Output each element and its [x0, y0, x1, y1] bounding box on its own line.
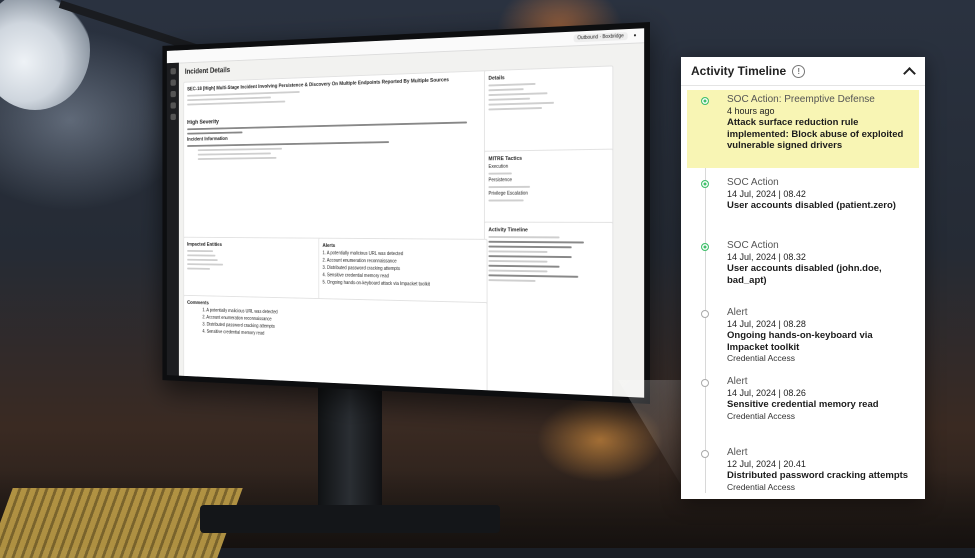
info-icon[interactable]: ! [792, 64, 806, 78]
details-heading: Details [488, 75, 505, 82]
mitre-heading: MITRE Tactics [488, 155, 523, 163]
entry-time: 14 Jul, 2024 | 08.42 [727, 189, 806, 199]
entry-time: 14 Jul, 2024 | 08.32 [727, 252, 806, 262]
timeline-marker [701, 243, 709, 251]
timeline-marker [701, 97, 709, 105]
timeline-entry[interactable]: Alert 14 Jul, 2024 | 08.26 Sensitive cre… [687, 372, 919, 426]
entry-description: Attack surface reduction rule implemente… [727, 117, 904, 151]
chevron-up-icon[interactable] [903, 65, 915, 77]
alerts-card: Alerts 1. A potentially malicious URL wa… [318, 237, 488, 306]
impacted-heading: Impacted Entities [187, 242, 222, 248]
entry-tactic: Credential Access [727, 481, 796, 492]
entry-description: Distributed password cracking attempts [727, 470, 909, 481]
nav-icon-reports[interactable] [170, 102, 176, 109]
alert-item[interactable]: 5. Ongoing hands-on-keyboard attack via … [322, 280, 483, 289]
timeline-marker [701, 379, 709, 387]
panel-header: Activity Timeline ! [681, 57, 925, 86]
details-card: Details [483, 65, 614, 155]
nav-icon-incidents[interactable] [170, 79, 176, 86]
panel-title: Activity Timeline [691, 64, 787, 78]
timeline-entry[interactable]: Alert 12 Jul, 2024 | 20.41 Distributed p… [687, 443, 919, 497]
timeline-entry[interactable]: SOC Action: Preemptive Defense 4 hours a… [687, 90, 919, 168]
timeline-entry[interactable]: Alert 14 Jul, 2024 | 08.28 Ongoing hands… [687, 303, 919, 368]
comments-card: Comments 1. A potentially malicious URL … [183, 294, 488, 397]
mitre-persistence: Persistence [488, 177, 512, 184]
mini-timeline-card: Activity Timeline [483, 221, 614, 398]
app-sidebar [166, 62, 179, 376]
entry-type: Alert [727, 447, 748, 458]
app-main: Incident Details SEC-18 [High] Multi-Sta… [182, 46, 640, 398]
activity-timeline-panel: Activity Timeline ! SOC Action: Preempti… [681, 57, 925, 499]
mini-timeline-heading: Activity Timeline [488, 227, 528, 234]
timeline-marker [701, 310, 709, 318]
incident-title: SEC-18 [High] Multi-Stage Incident Invol… [187, 77, 450, 93]
mitre-privesc: Privilege Escalation [488, 190, 528, 197]
monitor: Outbound · Boxbridge ● Incident Details … [162, 22, 650, 404]
avatar[interactable]: ● [633, 33, 636, 39]
alert-item[interactable]: 1. A potentially malicious URL was detec… [322, 251, 483, 258]
nav-icon-home[interactable] [170, 68, 176, 75]
entry-description: Sensitive credential memory read [727, 399, 879, 410]
entry-tactic: Credential Access [727, 353, 796, 363]
entry-time: 12 Jul, 2024 | 20.41 [727, 459, 806, 469]
entry-tactic: Credential Access [727, 410, 796, 421]
timeline-entry[interactable]: SOC Action 14 Jul, 2024 | 08.32 User acc… [687, 236, 919, 290]
nav-icon-settings[interactable] [170, 113, 176, 121]
timeline-marker [701, 180, 709, 188]
user-menu[interactable]: Outbound · Boxbridge [573, 32, 628, 43]
entry-time: 14 Jul, 2024 | 08.26 [727, 388, 806, 398]
entry-type: Alert [727, 307, 748, 318]
entry-description: User accounts disabled (john.doe, bad_ap… [727, 263, 882, 286]
mitre-card: MITRE Tactics Execution Persistence Priv… [483, 148, 614, 226]
nav-icon-alerts[interactable] [170, 90, 176, 98]
timeline-marker [701, 450, 709, 458]
entry-type: Alert [727, 376, 748, 387]
incident-app-screen: Outbound · Boxbridge ● Incident Details … [166, 28, 645, 398]
entry-time: 14 Jul, 2024 | 08.28 [727, 319, 806, 329]
monitor-stand [318, 380, 382, 520]
entry-type: SOC Action [727, 240, 779, 251]
timeline-entry[interactable]: SOC Action 14 Jul, 2024 | 08.42 User acc… [687, 173, 919, 216]
entry-type: SOC Action [727, 177, 779, 188]
incident-summary-card: SEC-18 [High] Multi-Stage Incident Invol… [183, 70, 488, 243]
entry-description: User accounts disabled (patient.zero) [727, 200, 896, 211]
impacted-entities-card: Impacted Entities [183, 236, 324, 302]
mitre-execution: Execution [488, 163, 509, 170]
monitor-stand-base [200, 505, 500, 533]
alert-item[interactable]: 2. Account enumeration reconnaissance [322, 258, 483, 266]
entry-description: Ongoing hands-on-keyboard via Impacket t… [727, 330, 873, 353]
entry-time: 4 hours ago [727, 106, 775, 116]
alerts-heading: Alerts [322, 243, 336, 249]
entry-type: SOC Action: Preemptive Defense [727, 94, 875, 105]
